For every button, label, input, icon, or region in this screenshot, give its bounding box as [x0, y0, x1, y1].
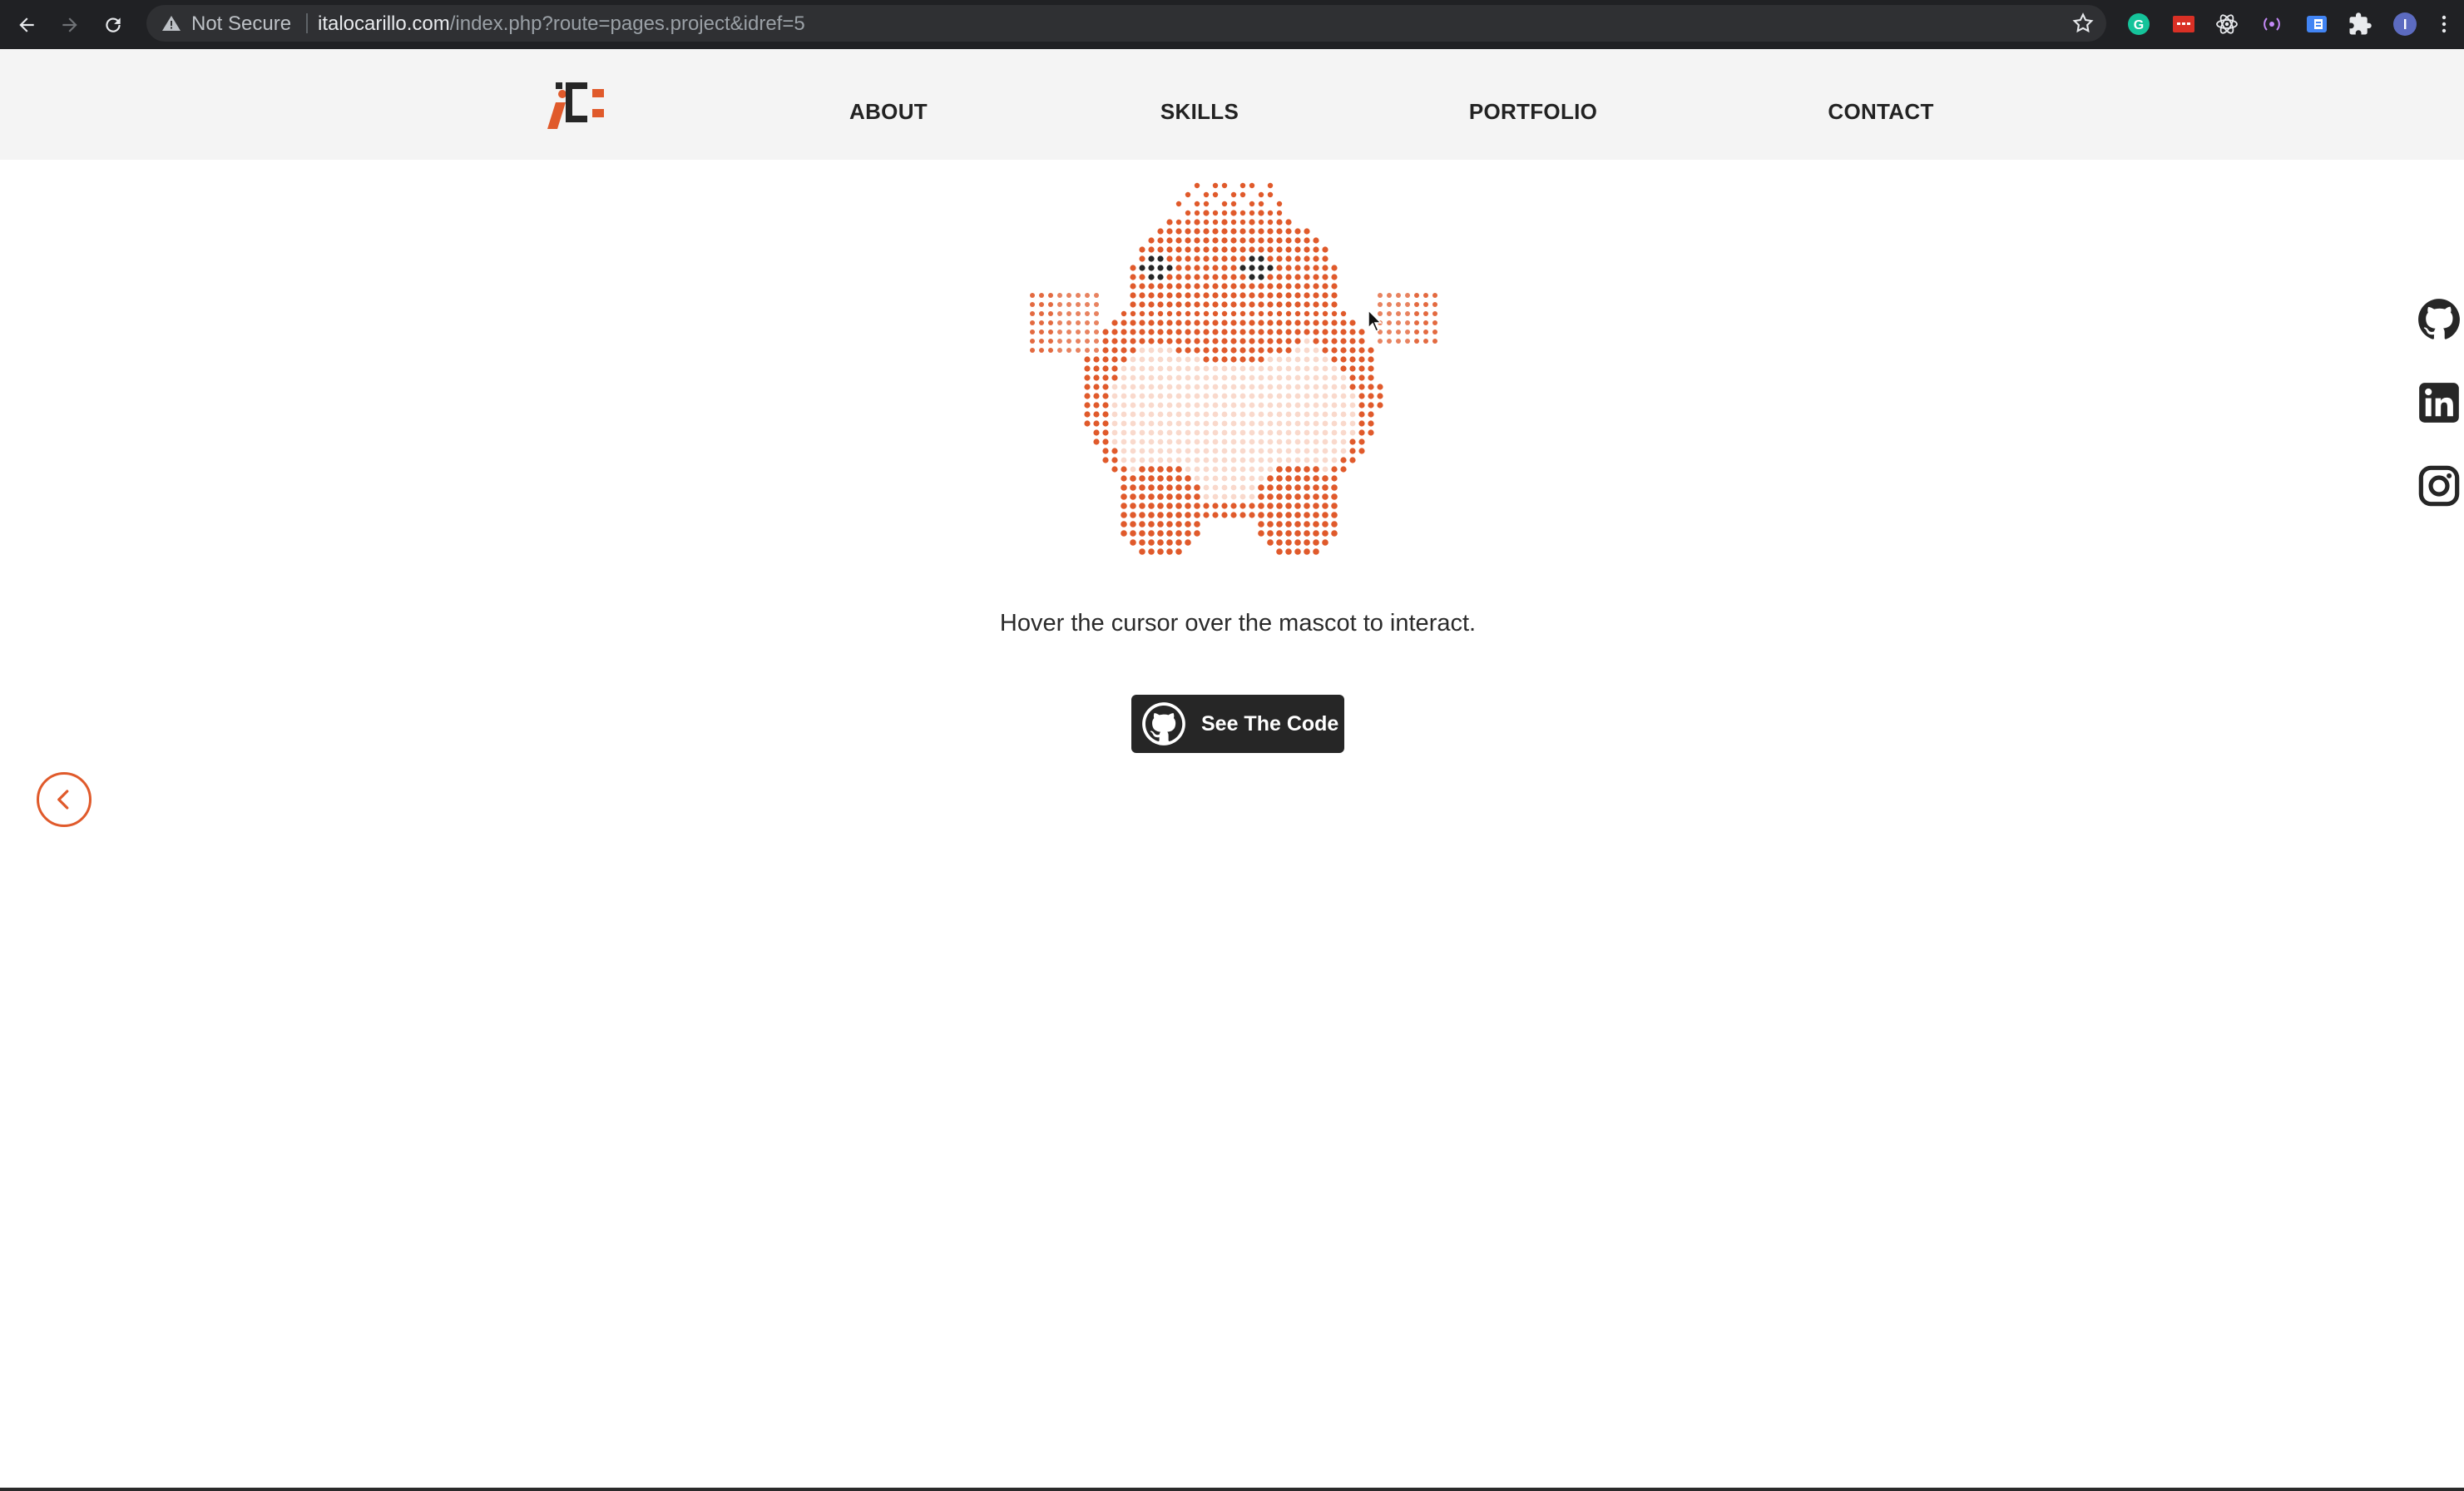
red-extension-icon[interactable] — [2171, 12, 2196, 37]
extensions-puzzle-icon[interactable] — [2348, 12, 2372, 37]
reload-icon[interactable] — [96, 8, 130, 42]
chevron-left-icon — [57, 790, 69, 810]
grammarly-extension-icon[interactable]: G — [2126, 12, 2151, 37]
nav-skills[interactable]: SKILLS — [1160, 99, 1239, 125]
svg-text:G: G — [2134, 18, 2144, 32]
see-code-label: See The Code — [1201, 711, 1339, 736]
github-icon[interactable] — [2417, 298, 2461, 341]
site-logo[interactable] — [541, 77, 616, 132]
forward-arrow-icon[interactable] — [53, 8, 87, 42]
nav-portfolio[interactable]: PORTFOLIO — [1469, 99, 1597, 125]
url-text[interactable]: italocarillo.com/index.php?route=pages.p… — [318, 12, 805, 36]
nav-about[interactable]: ABOUT — [849, 99, 928, 125]
url-path: /index.php?route=pages.project&idref=5 — [449, 12, 805, 35]
instagram-icon[interactable] — [2417, 464, 2461, 508]
browser-toolbar: Not Secure italocarillo.com/index.php?ro… — [0, 0, 2464, 49]
bookmark-star-icon[interactable] — [2071, 12, 2095, 35]
nav-contact[interactable]: CONTACT — [1828, 99, 1933, 125]
back-arrow-icon[interactable] — [10, 8, 43, 42]
url-host: italocarillo.com — [318, 12, 450, 35]
site-header: ABOUT SKILLS PORTFOLIO CONTACT — [0, 49, 2464, 160]
github-icon — [1142, 702, 1185, 746]
warning-icon — [162, 16, 181, 31]
bottom-border — [0, 1488, 2464, 1491]
translate-extension-icon[interactable] — [2304, 12, 2329, 37]
divider — [306, 13, 308, 33]
security-status[interactable]: Not Secure — [191, 12, 291, 36]
see-code-button[interactable]: See The Code — [1131, 695, 1344, 753]
dotted-mascot[interactable] — [1023, 176, 1447, 584]
mascot-hint-text: Hover the cursor over the mascot to inte… — [999, 610, 1477, 637]
address-bar[interactable]: Not Secure italocarillo.com/index.php?ro… — [146, 5, 2106, 42]
mouse-cursor-icon — [1368, 310, 1383, 332]
browser-menu-icon[interactable] — [2436, 12, 2452, 37]
profile-avatar-icon[interactable] — [2392, 12, 2417, 37]
react-devtools-icon[interactable] — [2214, 12, 2239, 37]
linkedin-icon[interactable] — [2417, 381, 2461, 424]
back-button[interactable] — [37, 772, 92, 827]
broadcast-extension-icon[interactable] — [2259, 12, 2284, 37]
